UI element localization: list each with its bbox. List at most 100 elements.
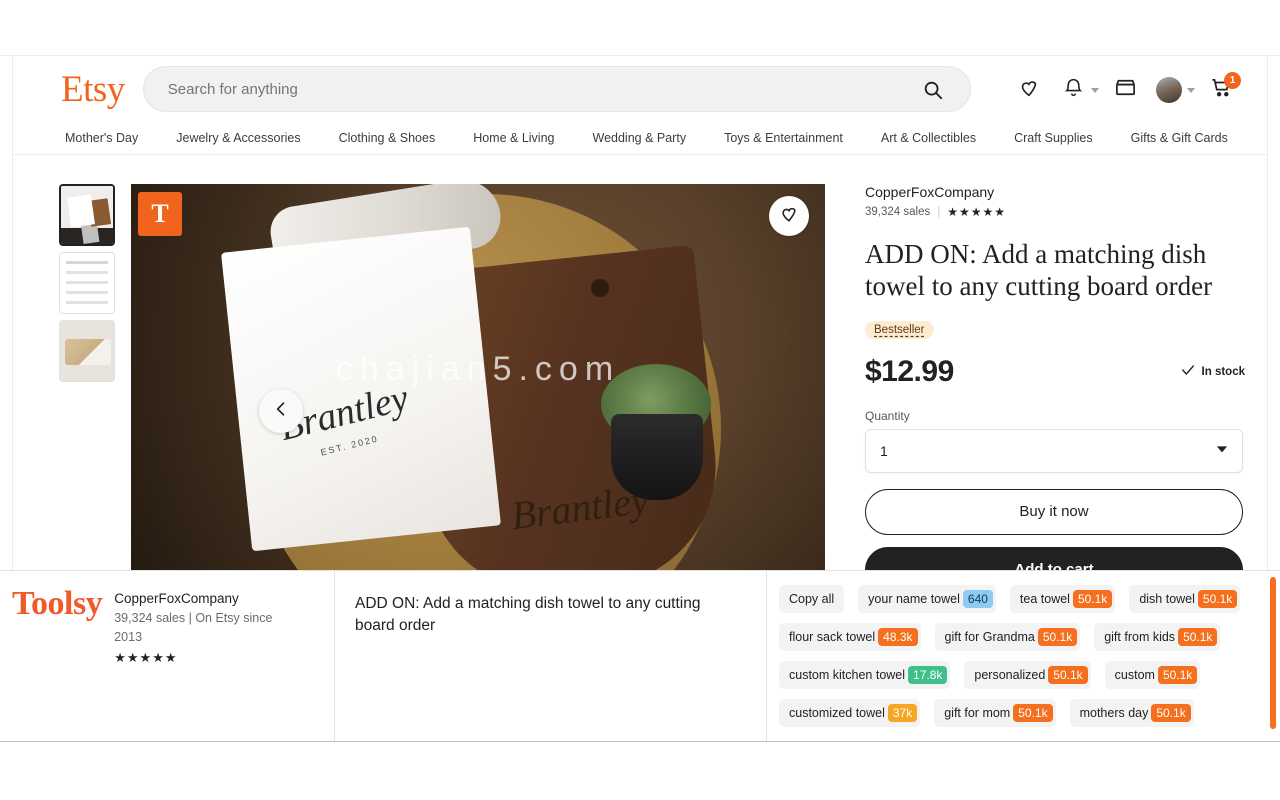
tag-item[interactable]: personalized 50.1k [964,661,1091,689]
heart-icon [779,204,799,229]
tag-item[interactable]: mothers day 50.1k [1069,699,1194,727]
buy-it-now-button[interactable]: Buy it now [865,488,1243,535]
page-title: ADD ON: Add a matching dish towel to any… [865,239,1213,301]
nav-item-wedding-party[interactable]: Wedding & Party [593,131,687,145]
check-icon [1180,362,1196,381]
toolsy-extension-panel: Toolsy CopperFoxCompany 39,324 sales | O… [0,570,1280,742]
etsy-logo[interactable]: Etsy [61,71,125,108]
shop-rating-stars[interactable]: ★★★★★ [947,205,1006,219]
thumbnail-1[interactable] [59,184,115,246]
avatar [1156,77,1182,103]
tag-count: 37k [887,704,918,722]
tag-count: 50.1k [1157,666,1198,684]
tag-count: 17.8k [908,666,948,684]
shop-sales-count: 39,324 sales [865,206,931,218]
site-header: Etsy Search for anything 1 Mother's Day … [12,56,1268,156]
tag-count: 50.1k [1197,590,1238,608]
nav-item-art-collectibles[interactable]: Art & Collectibles [881,131,976,145]
nav-item-mothers-day[interactable]: Mother's Day [65,131,138,145]
toolsy-shop-column: Toolsy CopperFoxCompany 39,324 sales | O… [0,571,335,741]
nav-item-craft-supplies[interactable]: Craft Supplies [1014,131,1093,145]
listing-price: $12.99 [865,354,954,388]
stock-status: In stock [1180,362,1245,381]
favorites-button[interactable] [1007,72,1051,108]
search-input[interactable] [167,80,908,98]
tags-scrollbar[interactable] [1270,577,1276,729]
notifications-button[interactable] [1051,72,1095,108]
cart-count-badge: 1 [1224,72,1241,89]
quantity-value: 1 [880,442,888,459]
tag-count: 50.1k [1178,628,1218,646]
thumbnail-2[interactable] [59,252,115,314]
category-nav: Mother's Day Jewelry & Accessories Cloth… [13,122,1267,155]
towel-decoration: Brantley EST. 2020 [221,226,501,552]
nav-item-home-living[interactable]: Home & Living [473,131,554,145]
toolsy-logo[interactable]: Toolsy [12,587,103,741]
chevron-down-icon [1216,442,1228,460]
board-hole-decoration [591,279,609,297]
quantity-select[interactable]: 1 [865,428,1243,473]
tag-label: personalized [974,668,1046,682]
listing-info-column: CopperFoxCompany 39,324 sales | ★★★★★ AD… [865,184,1245,576]
favorite-listing-button[interactable] [769,196,809,236]
account-button[interactable] [1147,72,1191,108]
tag-label: custom [1114,668,1155,682]
search-icon[interactable] [922,79,944,101]
tag-label: gift for mom [944,706,1011,720]
shop-meta: 39,324 sales | ★★★★★ [865,205,1245,219]
tag-item[interactable]: gift from kids 50.1k [1094,623,1221,651]
nav-item-gifts-gift-cards[interactable]: Gifts & Gift Cards [1131,131,1228,145]
quantity-label: Quantity [865,408,910,423]
tag-count: 50.1k [1048,666,1088,684]
tag-label: gift from kids [1104,630,1176,644]
cart-button[interactable]: 1 [1199,72,1243,108]
toolsy-badge-icon[interactable]: T [138,192,182,236]
header-icon-group: 1 [1007,72,1243,108]
product-detail-area: Brantley EST. 2020 Brantley chajian5.com… [12,156,1268,576]
tag-item[interactable]: custom 50.1k [1104,661,1201,689]
chevron-left-icon [271,399,291,424]
toolsy-shop-block: CopperFoxCompany 39,324 sales | On Etsy … [114,591,284,741]
toolsy-listing-title: ADD ON: Add a matching dish towel to any… [335,571,767,741]
nav-item-clothing-shoes[interactable]: Clothing & Shoes [339,131,436,145]
tag-count: 48.3k [878,628,918,646]
search-bar[interactable] [142,66,971,112]
tag-item[interactable]: your name towel 640 [858,585,996,613]
thumbnail-list [59,184,115,382]
tag-item[interactable]: custom kitchen towel 17.8k [779,661,951,689]
meta-separator: | [937,206,941,218]
gallery-prev-button[interactable] [259,389,303,433]
toolsy-shop-meta: 39,324 sales | On Etsy since 2013 [114,611,273,644]
tag-count: 50.1k [1013,704,1053,722]
thumbnail-3[interactable] [59,320,115,382]
tag-item[interactable]: customized towel 37k [779,699,921,727]
stock-label: In stock [1201,365,1245,378]
status-badge: Bestseller [865,320,934,339]
toolsy-shop-name[interactable]: CopperFoxCompany [114,591,284,606]
tag-label: customized towel [789,706,885,720]
tag-item[interactable]: tea towel 50.1k [1009,585,1116,613]
tag-label: custom kitchen towel [789,668,906,682]
toolsy-tags-column: Copy all your name towel 640 tea towel 5… [767,571,1280,741]
tag-item[interactable]: gift for mom 50.1k [934,699,1056,727]
nav-item-jewelry-accessories[interactable]: Jewelry & Accessories [176,131,300,145]
tag-label: tea towel [1019,592,1070,606]
tag-label: gift for Grandma [944,630,1035,644]
heart-icon [1018,77,1040,104]
tag-item[interactable]: dish towel 50.1k [1129,585,1241,613]
main-product-image[interactable]: Brantley EST. 2020 Brantley chajian5.com… [131,184,825,576]
tag-label: dish towel [1139,592,1195,606]
bell-icon [1063,77,1084,103]
shop-name-link[interactable]: CopperFoxCompany [865,184,1245,200]
nav-item-toys-entertainment[interactable]: Toys & Entertainment [724,131,843,145]
header-top-row: Etsy Search for anything 1 [13,56,1267,122]
tag-item[interactable]: gift for Grandma 50.1k [934,623,1081,651]
tag-item[interactable]: flour sack towel 48.3k [779,623,921,651]
shop-manager-button[interactable] [1103,72,1147,108]
storefront-icon [1114,76,1137,104]
copy-all-button[interactable]: Copy all [779,585,845,613]
tag-count: 50.1k [1151,704,1191,722]
toolsy-shop-stars: ★★★★★ [114,649,178,665]
price-row: $12.99 In stock [865,355,1245,389]
etsy-listing-page: Etsy Search for anything 1 Mother's Day … [0,0,1280,800]
